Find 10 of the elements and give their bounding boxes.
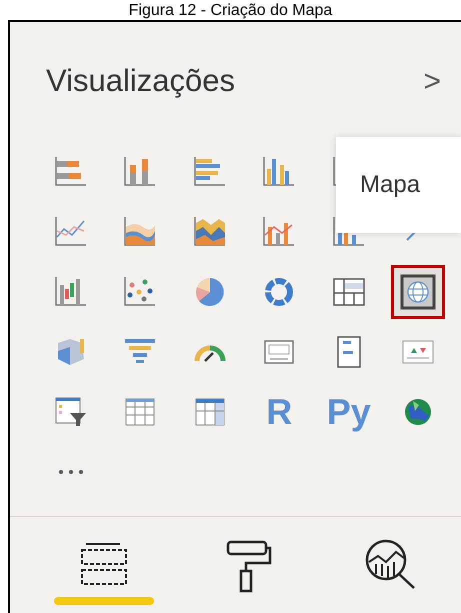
script-visual-button[interactable]: R — [252, 385, 306, 439]
globe-icon — [399, 273, 438, 311]
script-visual-button[interactable]: Py — [322, 385, 376, 439]
visual-button[interactable] — [391, 265, 446, 319]
pane-title: Visualizações — [46, 62, 235, 100]
figure-caption: Figura 12 - Criação do Mapa — [128, 2, 332, 20]
tooltip: Mapa — [336, 137, 461, 233]
paint-roller-icon — [224, 539, 272, 593]
more-icon — [58, 469, 84, 475]
expand-button[interactable]: > — [423, 58, 441, 104]
